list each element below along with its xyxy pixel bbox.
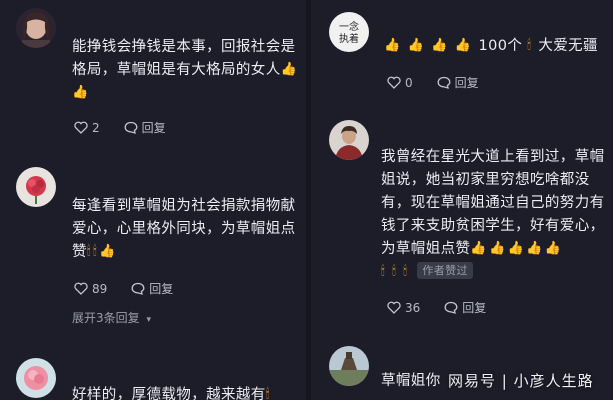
- thumbs-up-emoji-icon: 👍: [489, 241, 506, 256]
- reply-button[interactable]: 回复: [131, 280, 173, 297]
- watermark: 网易号 | 小彦人生路: [448, 372, 594, 390]
- chevron-down-icon: ▾: [146, 315, 151, 325]
- reply-label: 回复: [454, 76, 479, 90]
- comment-text: 爱心，心里格外同块，为草帽姐点: [72, 221, 296, 237]
- thumbs-up-emoji-icon: 👍: [72, 85, 89, 100]
- avatar[interactable]: [16, 358, 56, 398]
- like-count: 89: [92, 281, 108, 296]
- reply-button[interactable]: 回复: [444, 299, 486, 316]
- avatar[interactable]: [329, 120, 369, 160]
- reply-label: 回复: [462, 301, 487, 315]
- heart-icon: [387, 76, 401, 89]
- thumbs-up-emoji-icon: 👍: [507, 241, 525, 256]
- svg-text:执着: 执着: [339, 32, 359, 45]
- comment-text: 能挣钱会挣钱是本事，回报社会是: [72, 39, 296, 55]
- thumbs-up-emoji-icon: 👍: [470, 241, 487, 256]
- thumbs-up-emoji-icon: 👍: [454, 38, 472, 53]
- author-liked-badge: 作者赞过: [417, 262, 473, 279]
- expand-replies-link[interactable]: 展开3条回复 ▾: [72, 309, 151, 326]
- reply-bubble-icon: [131, 282, 145, 295]
- thumbs-up-emoji-icon: 👍: [544, 241, 562, 256]
- reply-bubble-icon: [437, 76, 451, 89]
- avatar[interactable]: 一念 执着: [329, 12, 369, 52]
- avatar[interactable]: [16, 8, 56, 48]
- comment-text: 好样的，厚德载物，越来越有: [72, 387, 266, 400]
- candle-emoji-icon: 🕯: [93, 244, 98, 259]
- comment-text: 姐说，她当初家里穷想吃啥都没: [381, 172, 590, 188]
- like-button[interactable]: 0: [387, 76, 413, 90]
- reply-label: 回复: [149, 282, 174, 296]
- like-count: 36: [405, 300, 421, 315]
- reply-button[interactable]: 回复: [437, 74, 479, 91]
- left-comment-column: 能挣钱会挣钱是本事，回报社会是 格局，草帽姐是有大格局的女人 👍 👍 2 回复: [0, 0, 306, 400]
- reply-label: 回复: [141, 121, 166, 135]
- candle-emoji-icon: 🕯: [403, 264, 408, 279]
- like-button[interactable]: 89: [74, 282, 107, 296]
- thumbs-up-emoji-icon: 👍: [384, 38, 401, 53]
- reply-button[interactable]: 回复: [124, 119, 166, 136]
- like-count: 2: [92, 120, 100, 135]
- expand-replies-label: 展开3条回复: [72, 311, 140, 325]
- avatar[interactable]: [16, 167, 56, 207]
- candle-emoji-icon: 🕯: [392, 264, 397, 279]
- avatar[interactable]: [329, 346, 369, 386]
- candle-emoji-icon: 🕯: [86, 244, 91, 259]
- comment-text: 大爱无疆: [538, 38, 598, 54]
- right-comment-column: 一念 执着 👍 👍 👍 👍 100个 🕯 大爱无疆 0 回复 我曾经在星光大道上…: [311, 0, 613, 400]
- comment-text: 钱了来支助贫困学生，好有爱心，: [381, 218, 605, 234]
- heart-icon: [74, 282, 88, 295]
- like-button[interactable]: 2: [74, 121, 100, 135]
- candle-emoji-icon: 🕯: [265, 387, 270, 400]
- comment-text: 我曾经在星光大道上看到过，草帽: [381, 149, 605, 165]
- comment-text: 有，现在草帽姐通过自己的努力有: [381, 195, 605, 211]
- svg-text:一念: 一念: [339, 20, 359, 33]
- comment-text: 赞: [72, 244, 87, 260]
- reply-bubble-icon: [124, 121, 138, 134]
- comment-text: 为草帽姐点赞: [381, 241, 471, 257]
- thumbs-up-emoji-icon: 👍: [526, 241, 543, 256]
- comment-text: 格局，草帽姐是有大格局的女人: [72, 62, 281, 78]
- thumbs-up-emoji-icon: 👍: [407, 38, 425, 53]
- reply-bubble-icon: [444, 301, 458, 314]
- like-button[interactable]: 36: [387, 301, 420, 315]
- thumbs-up-emoji-icon: 👍: [431, 38, 448, 53]
- like-count: 0: [405, 75, 413, 90]
- comment-text: 草帽姐你: [381, 373, 441, 389]
- heart-icon: [74, 121, 88, 134]
- thumbs-up-emoji-icon: 👍: [99, 244, 116, 259]
- thumbs-up-emoji-icon: 👍: [280, 62, 298, 77]
- comment-text: 每逢看到草帽姐为社会捐款捐物献: [72, 198, 296, 214]
- candle-emoji-icon: 🕯: [381, 264, 386, 279]
- comment-text: 100个: [478, 38, 523, 54]
- heart-icon: [387, 301, 401, 314]
- candle-emoji-icon: 🕯: [527, 38, 532, 53]
